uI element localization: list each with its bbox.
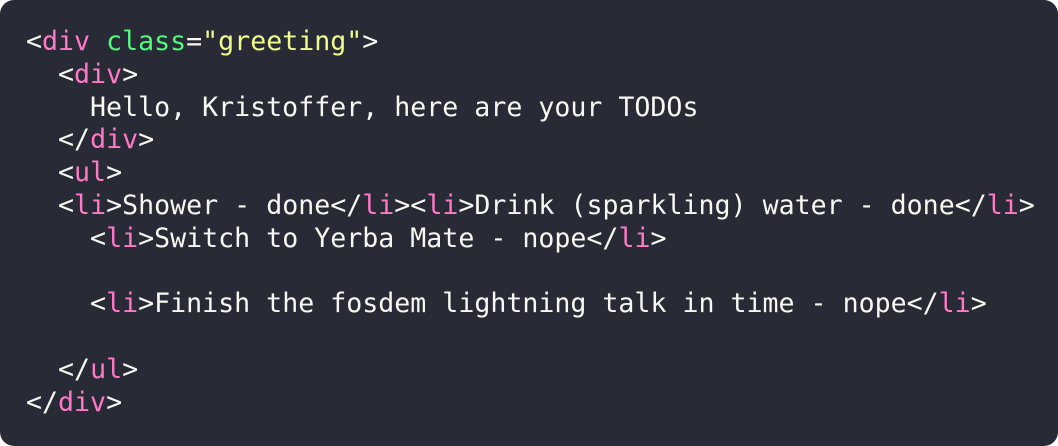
code-line-7: <li>Switch to Yerba Mate - nope</li> xyxy=(90,222,667,254)
code-line-5: <ul> xyxy=(58,157,123,189)
tag-name: ul xyxy=(90,353,123,385)
todo-item: Shower - done xyxy=(122,189,331,221)
code-line-3: Hello, Kristoffer, here are your TODOs xyxy=(26,92,1058,125)
tag-name: li xyxy=(74,189,107,221)
tag-name: li xyxy=(426,189,459,221)
tag-name: div xyxy=(58,386,107,418)
greeting-text: Hello, Kristoffer, here are your TODOs xyxy=(90,91,699,123)
tag-name: div xyxy=(74,58,123,90)
code-line-9: <li>Finish the fosdem lightning talk in … xyxy=(90,288,987,320)
tag-name: li xyxy=(106,222,139,254)
attribute-name: class xyxy=(106,26,187,57)
code-line-2: <div> xyxy=(58,58,139,90)
tag-name: li xyxy=(106,288,139,320)
todo-item: Finish the fosdem lightning talk in time… xyxy=(154,288,907,320)
code-line-6: <li>Shower - done</li><li>Drink (sparkli… xyxy=(58,189,1035,221)
code-line-11: </ul> xyxy=(58,353,139,385)
tag-name: li xyxy=(938,288,971,320)
tag-name: div xyxy=(42,26,91,57)
code-line-12: </div> xyxy=(26,386,123,418)
todo-item: Drink (sparkling) water - done xyxy=(474,189,955,221)
code-block: <div class="greeting"> <div> Hello, Kris… xyxy=(26,26,1058,420)
tag-name: ul xyxy=(74,157,107,189)
tag-name: li xyxy=(362,189,395,221)
attribute-value: "greeting" xyxy=(202,26,363,57)
code-card: <div class="greeting"> <div> Hello, Kris… xyxy=(0,0,1058,446)
code-line-1: <div class="greeting"> xyxy=(26,26,379,57)
tag-name: li xyxy=(618,222,651,254)
code-line-4: </div> xyxy=(58,124,155,156)
todo-item: Switch to Yerba Mate - nope xyxy=(154,222,587,254)
tag-name: div xyxy=(90,124,139,156)
tag-name: li xyxy=(986,189,1019,221)
